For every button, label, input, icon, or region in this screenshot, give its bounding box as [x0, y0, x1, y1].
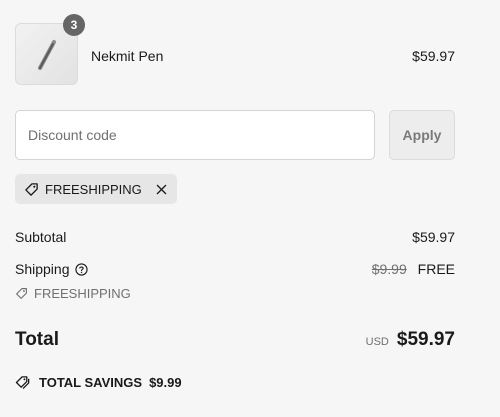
- subtotal-label: Subtotal: [15, 229, 67, 245]
- tags-icon: [15, 376, 30, 390]
- shipping-label: Shipping: [15, 261, 70, 277]
- applied-discount-chip: FREESHIPPING: [15, 174, 177, 204]
- total-value: $59.97: [396, 329, 455, 350]
- tag-icon: [25, 182, 38, 196]
- shipping-value-group: $9.99 FREE: [372, 261, 455, 277]
- shipping-discount-code: FREESHIPPING: [15, 286, 131, 301]
- total-label: Total: [15, 329, 59, 350]
- tag-icon: [16, 288, 27, 299]
- product-name: Nekmit Pen: [91, 48, 164, 64]
- close-icon: [156, 184, 167, 194]
- line-item: 3 Nekmit Pen $59.97: [15, 14, 455, 85]
- apply-button[interactable]: Apply: [389, 110, 455, 160]
- subtotal-row: Subtotal $59.97: [15, 229, 455, 245]
- shipping-row: Shipping $9.99 FREE: [15, 261, 455, 277]
- applied-code-label: FREESHIPPING: [45, 181, 142, 197]
- savings-label: TOTAL SAVINGS: [39, 375, 143, 390]
- remove-discount-button[interactable]: [156, 184, 167, 195]
- currency-code: USD: [365, 336, 389, 348]
- total-row: Total USD $59.97: [15, 329, 455, 351]
- quantity-badge: 3: [63, 14, 85, 36]
- subtotal-value: $59.97: [412, 229, 455, 245]
- shipping-label-group: Shipping: [15, 261, 88, 277]
- total-value-group: USD $59.97: [366, 329, 455, 351]
- help-circle-icon[interactable]: [74, 262, 88, 276]
- shipping-value: FREE: [417, 261, 455, 277]
- savings-value: $9.99: [149, 375, 182, 390]
- order-summary: 3 Nekmit Pen $59.97 Apply FREESHIPPING S…: [0, 0, 500, 417]
- shipping-code-label: FREESHIPPING: [34, 286, 131, 301]
- shipping-original-price: $9.99: [371, 261, 407, 277]
- total-savings: TOTAL SAVINGS $9.99: [15, 375, 182, 390]
- discount-code-input[interactable]: [15, 110, 375, 160]
- product-price: $59.97: [412, 48, 455, 64]
